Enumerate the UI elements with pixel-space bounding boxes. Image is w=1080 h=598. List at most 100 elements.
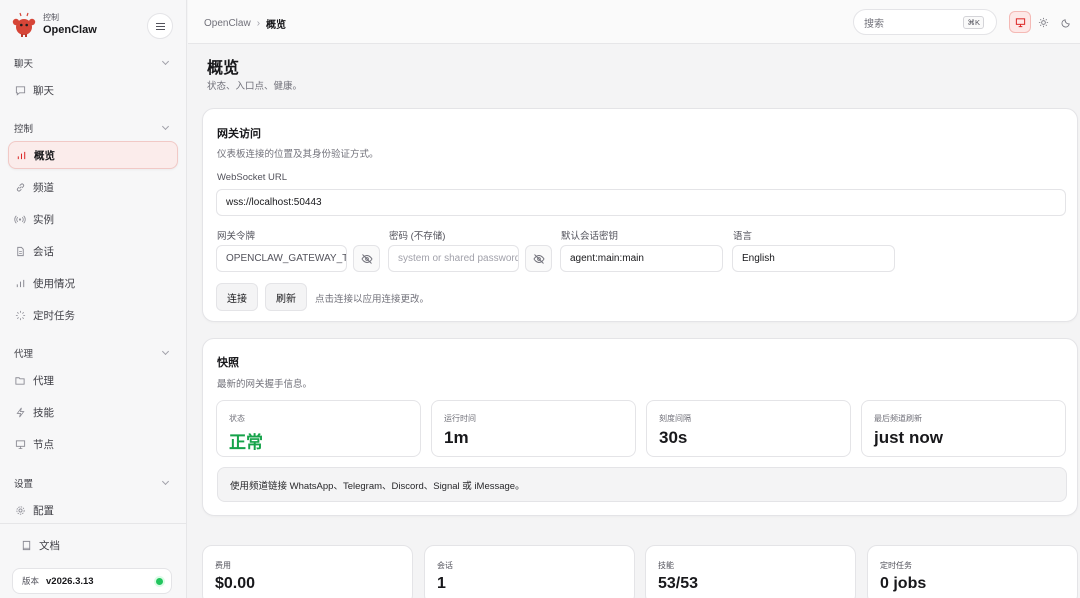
chevron-down-icon: [161, 477, 170, 486]
stat-value: 1m: [444, 428, 469, 447]
breadcrumb: OpenClaw › 概览: [204, 16, 286, 31]
brand-name: OpenClaw: [43, 24, 97, 36]
section-label: 聊天: [14, 59, 34, 70]
card-subtitle: 最新的网关握手信息。: [217, 379, 313, 390]
sidebar-item-channels[interactable]: 频道: [8, 173, 178, 201]
section-label: 代理: [14, 349, 34, 360]
toggle-token-visibility-button[interactable]: [353, 245, 380, 272]
search-placeholder: 搜索: [864, 18, 884, 30]
theme-system-button[interactable]: [1009, 11, 1031, 33]
sidebar-item-label: 使用情况: [33, 277, 75, 290]
toggle-password-visibility-button[interactable]: [525, 245, 552, 272]
sidebar-item-instances[interactable]: 实例: [8, 205, 178, 233]
theme-light-button[interactable]: [1032, 11, 1054, 33]
breadcrumb-root[interactable]: OpenClaw: [204, 18, 251, 29]
sidebar-item-skills[interactable]: 技能: [8, 398, 178, 426]
section-chat[interactable]: 聊天: [14, 56, 172, 70]
sidebar-item-agents[interactable]: 代理: [8, 366, 178, 394]
metric-value: $0.00: [215, 575, 256, 592]
loader-icon: [14, 309, 26, 321]
connect-button[interactable]: 连接: [216, 283, 258, 311]
book-icon: [20, 539, 32, 551]
zap-icon: [14, 406, 26, 418]
docs-link[interactable]: 文档: [14, 531, 184, 559]
chevron-down-icon: [161, 57, 170, 66]
password-label: 密码 (不存储): [389, 231, 446, 242]
sun-icon: [1038, 17, 1048, 27]
gateway-token-label: 网关令牌: [217, 231, 256, 242]
version-badge: 版本 v2026.3.13: [12, 568, 172, 594]
topbar: OpenClaw › 概览 搜索 ⌘K: [188, 0, 1080, 44]
gateway-access-card: 网关访问 仪表板连接的位置及其身份验证方式。 WebSocket URL wss…: [202, 108, 1078, 322]
snapshot-card: 快照 最新的网关握手信息。 状态 正常 运行时间 1m 刻度间隔 30s 最后频…: [202, 338, 1078, 516]
radio-icon: [14, 213, 26, 225]
stat-value: just now: [874, 428, 943, 447]
search-input[interactable]: 搜索 ⌘K: [853, 9, 997, 35]
metric-skills: 技能 53/53: [645, 545, 856, 598]
metric-value: 0 jobs: [880, 575, 927, 592]
sidebar-item-label: 聊天: [33, 84, 54, 97]
sidebar-item-nodes[interactable]: 节点: [8, 430, 178, 458]
breadcrumb-separator: ›: [256, 18, 261, 29]
section-agents[interactable]: 代理: [14, 346, 172, 360]
sidebar-item-cron[interactable]: 定时任务: [8, 301, 178, 329]
metric-label: 费用: [215, 561, 231, 570]
sidebar-item-label: 节点: [33, 438, 54, 451]
sidebar-item-chat[interactable]: 聊天: [8, 76, 178, 104]
chevron-down-icon: [161, 347, 170, 356]
stat-uptime: 运行时间 1m: [431, 400, 636, 457]
stat-label: 刻度间隔: [659, 414, 691, 423]
stat-label: 状态: [229, 414, 245, 423]
gear-icon: [14, 504, 26, 516]
gateway-token-input[interactable]: OPENCLAW_GATEWAY_TOKEN: [216, 245, 347, 272]
menu-icon: [155, 25, 165, 27]
language-label: 语言: [733, 231, 753, 242]
sidebar-item-config[interactable]: 配置: [8, 496, 178, 524]
websocket-url-input[interactable]: wss://localhost:50443: [216, 189, 1066, 216]
metric-label: 会话: [437, 561, 453, 570]
openclaw-logo-icon: [12, 12, 36, 38]
stat-tick-interval: 刻度间隔 30s: [646, 400, 851, 457]
connect-hint: 点击连接以应用连接更改。: [315, 294, 430, 305]
stat-label: 最后频道刷新: [874, 414, 922, 423]
session-key-input[interactable]: agent:main:main: [560, 245, 723, 272]
session-key-label: 默认会话密钥: [561, 231, 619, 242]
section-control[interactable]: 控制: [14, 121, 172, 135]
stat-value: 30s: [659, 428, 688, 447]
sidebar-divider: [0, 523, 187, 524]
moon-icon: [1061, 18, 1070, 27]
page-subtitle: 状态、入口点、健康。: [207, 81, 303, 92]
brand[interactable]: 控制 OpenClaw: [12, 12, 97, 38]
sidebar-item-label: 配置: [33, 504, 54, 517]
card-title: 快照: [217, 357, 239, 369]
sidebar-item-sessions[interactable]: 会话: [8, 237, 178, 265]
version-number: v2026.3.13: [46, 575, 94, 587]
sidebar-item-overview[interactable]: 概览: [8, 141, 178, 169]
sidebar-item-label: 代理: [33, 374, 54, 387]
password-input[interactable]: system or shared password: [388, 245, 519, 272]
websocket-url-label: WebSocket URL: [217, 172, 288, 183]
metric-cron-jobs: 定时任务 0 jobs: [867, 545, 1078, 598]
sidebar-item-label: 实例: [33, 213, 54, 226]
card-subtitle: 仪表板连接的位置及其身份验证方式。: [217, 149, 379, 160]
document-icon: [14, 245, 26, 257]
sidebar-item-label: 概览: [34, 149, 55, 162]
channels-notice: 使用频道链接 WhatsApp、Telegram、Discord、Signal …: [217, 467, 1067, 502]
page-title: 概览: [207, 60, 240, 77]
theme-dark-button[interactable]: [1055, 11, 1077, 33]
collapse-sidebar-button[interactable]: [147, 13, 173, 39]
metric-cost: 费用 $0.00: [202, 545, 413, 598]
eye-off-icon: [360, 253, 373, 264]
bar-chart-icon: [15, 149, 27, 161]
docs-label: 文档: [39, 539, 60, 552]
theme-switcher: [1009, 11, 1078, 33]
sidebar-item-usage[interactable]: 使用情况: [8, 269, 178, 297]
stat-value: 正常: [229, 433, 263, 452]
chevron-down-icon: [161, 122, 170, 131]
stat-label: 运行时间: [444, 414, 476, 423]
connection-status-dot: [156, 578, 163, 585]
refresh-button[interactable]: 刷新: [265, 283, 307, 311]
language-select[interactable]: English: [732, 245, 895, 272]
stat-last-channel-refresh: 最后频道刷新 just now: [861, 400, 1066, 457]
section-settings[interactable]: 设置: [14, 476, 172, 490]
